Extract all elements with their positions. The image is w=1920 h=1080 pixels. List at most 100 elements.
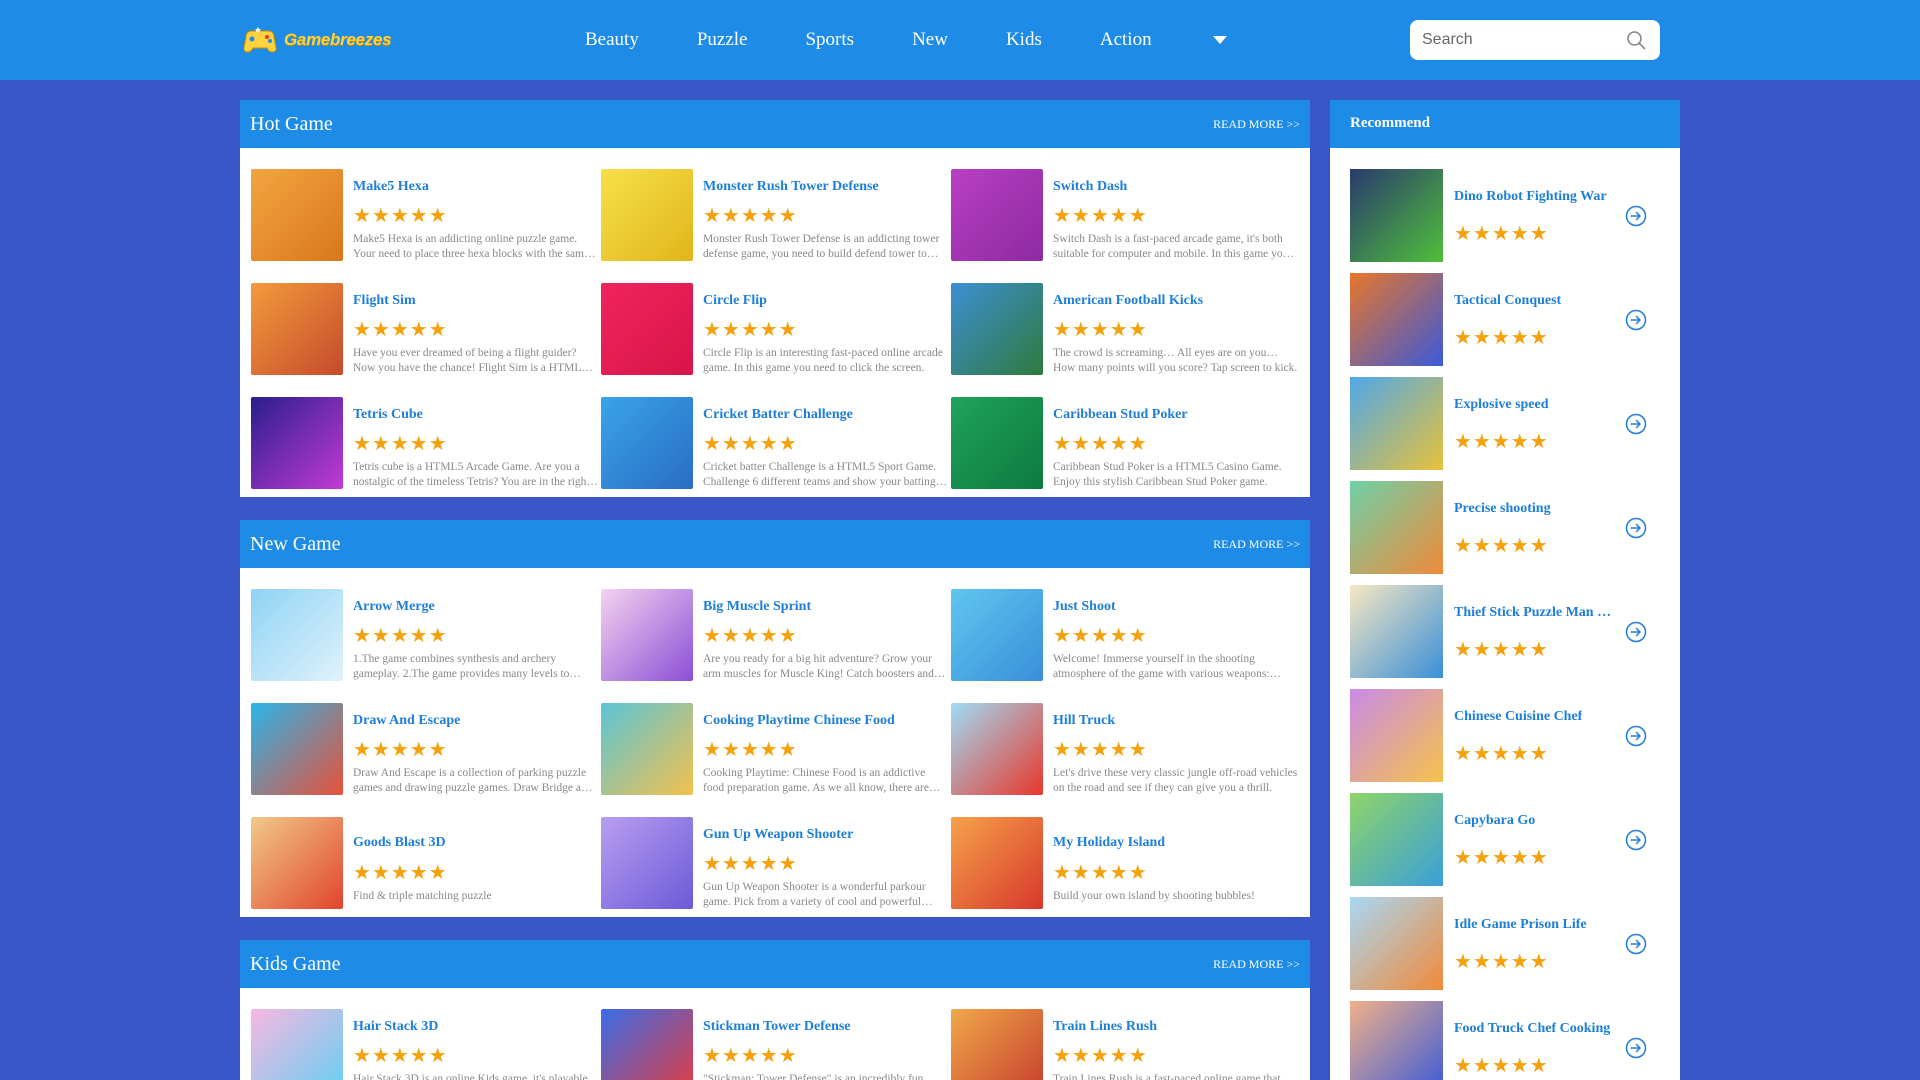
game-card[interactable]: Caribbean Stud Poker ★★★★★ Caribbean Stud … [940,397,1290,490]
recommend-item[interactable]: Chinese Cuisine Chef ★★★★★ [1330,689,1680,782]
game-title[interactable]: Draw And Escape [353,713,460,729]
nav-item-kids[interactable]: Kids [1006,29,1042,51]
game-card[interactable]: Hair Stack 3D ★★★★★ Hair Stack 3D is an on… [240,1009,590,1080]
recommend-thumbnail[interactable] [1350,897,1443,990]
recommend-item[interactable]: Tactical Conquest ★★★★★ [1330,273,1680,366]
recommend-thumbnail[interactable] [1350,1001,1443,1080]
recommend-game-title[interactable]: Thief Stick Puzzle Man Escape [1454,605,1614,621]
game-title[interactable]: Goods Blast 3D [353,835,446,851]
game-card[interactable]: Cooking Playtime Chinese Food ★★★★★ Cookin… [590,703,940,796]
game-title[interactable]: Arrow Merge [353,599,435,615]
game-title[interactable]: Circle Flip [703,293,767,309]
recommend-item[interactable]: Food Truck Chef Cooking ★★★★★ [1330,1001,1680,1080]
recommend-game-title[interactable]: Precise shooting [1454,501,1551,517]
game-title[interactable]: Cricket Batter Challenge [703,407,853,423]
site-logo[interactable]: Gamebreezes [240,20,392,60]
arrow-right-circle-icon[interactable] [1625,933,1647,955]
game-card[interactable]: American Football Kicks ★★★★★ The crowd is… [940,283,1297,376]
recommend-thumbnail[interactable] [1350,169,1443,262]
recommend-game-title[interactable]: Food Truck Chef Cooking [1454,1021,1610,1037]
game-thumbnail[interactable] [251,589,343,681]
game-title[interactable]: My Holiday Island [1053,835,1165,851]
recommend-item[interactable]: Dino Robot Fighting War ★★★★★ [1330,169,1680,262]
recommend-game-title[interactable]: Idle Game Prison Life [1454,917,1587,933]
nav-item-action[interactable]: Action [1100,29,1152,51]
recommend-thumbnail[interactable] [1350,273,1443,366]
game-card[interactable]: Tetris Cube ★★★★★ Tetris cube is a HTML5 A… [240,397,590,490]
read-more-link[interactable]: READ MORE >> [1213,957,1300,972]
arrow-right-circle-icon[interactable] [1625,621,1647,643]
game-thumbnail[interactable] [951,283,1043,375]
game-card[interactable]: Stickman Tower Defense ★★★★★ "Stickman: To… [590,1009,940,1080]
game-thumbnail[interactable] [601,169,693,261]
game-title[interactable]: Make5 Hexa [353,179,429,195]
game-thumbnail[interactable] [601,283,693,375]
arrow-right-circle-icon[interactable] [1625,1037,1647,1059]
nav-more-dropdown[interactable] [1210,30,1230,50]
game-card[interactable]: Goods Blast 3D ★★★★★ Find & triple matchin… [240,817,590,910]
recommend-game-title[interactable]: Tactical Conquest [1454,293,1561,309]
game-title[interactable]: American Football Kicks [1053,293,1203,309]
recommend-item[interactable]: Idle Game Prison Life ★★★★★ [1330,897,1680,990]
game-card[interactable]: Train Lines Rush ★★★★★ Train Lines Rush is… [940,1009,1290,1080]
game-card[interactable]: Arrow Merge ★★★★★ 1.The game combines synt… [240,589,590,682]
game-title[interactable]: Gun Up Weapon Shooter [703,827,853,843]
game-thumbnail[interactable] [951,589,1043,681]
game-thumbnail[interactable] [601,397,693,489]
arrow-right-circle-icon[interactable] [1625,309,1647,331]
game-title[interactable]: Tetris Cube [353,407,423,423]
game-card[interactable]: Switch Dash ★★★★★ Switch Dash is a fast-pa… [940,169,1290,262]
game-thumbnail[interactable] [951,169,1043,261]
game-card[interactable]: Cricket Batter Challenge ★★★★★ Cricket bat… [590,397,940,490]
recommend-item[interactable]: Explosive speed ★★★★★ [1330,377,1680,470]
game-thumbnail[interactable] [601,1009,693,1080]
recommend-thumbnail[interactable] [1350,689,1443,782]
game-thumbnail[interactable] [951,817,1043,909]
nav-item-new[interactable]: New [912,29,948,51]
game-card[interactable]: Hill Truck ★★★★★ Let's drive these very cl… [940,703,1297,796]
game-card[interactable]: Make5 Hexa ★★★★★ Make5 Hexa is an addictin… [240,169,590,262]
game-title[interactable]: Flight Sim [353,293,416,309]
game-thumbnail[interactable] [251,703,343,795]
game-thumbnail[interactable] [601,703,693,795]
game-card[interactable]: Big Muscle Sprint ★★★★★ Are you ready for … [590,589,940,682]
game-thumbnail[interactable] [251,397,343,489]
game-thumbnail[interactable] [601,589,693,681]
arrow-right-circle-icon[interactable] [1625,517,1647,539]
game-thumbnail[interactable] [951,397,1043,489]
recommend-item[interactable]: Thief Stick Puzzle Man Escape ★★★★★ [1330,585,1680,678]
search-icon[interactable] [1626,30,1646,50]
game-title[interactable]: Cooking Playtime Chinese Food [703,713,895,729]
game-card[interactable]: Circle Flip ★★★★★ Circle Flip is an intere… [590,283,943,376]
game-thumbnail[interactable] [251,169,343,261]
game-title[interactable]: Just Shoot [1053,599,1116,615]
game-thumbnail[interactable] [251,283,343,375]
recommend-game-title[interactable]: Dino Robot Fighting War [1454,189,1607,205]
nav-item-puzzle[interactable]: Puzzle [697,29,748,51]
recommend-thumbnail[interactable] [1350,793,1443,886]
recommend-item[interactable]: Precise shooting ★★★★★ [1330,481,1680,574]
recommend-game-title[interactable]: Chinese Cuisine Chef [1454,709,1582,725]
game-title[interactable]: Monster Rush Tower Defense [703,179,879,195]
game-card[interactable]: Flight Sim ★★★★★ Have you ever dreamed of … [240,283,590,376]
game-title[interactable]: Stickman Tower Defense [703,1019,851,1035]
arrow-right-circle-icon[interactable] [1625,205,1647,227]
game-title[interactable]: Hair Stack 3D [353,1019,438,1035]
arrow-right-circle-icon[interactable] [1625,725,1647,747]
recommend-thumbnail[interactable] [1350,481,1443,574]
game-thumbnail[interactable] [251,817,343,909]
game-card[interactable]: Gun Up Weapon Shooter ★★★★★ Gun Up Weapon … [590,817,940,910]
game-thumbnail[interactable] [251,1009,343,1080]
nav-item-sports[interactable]: Sports [805,29,854,51]
recommend-thumbnail[interactable] [1350,377,1443,470]
game-title[interactable]: Hill Truck [1053,713,1115,729]
read-more-link[interactable]: READ MORE >> [1213,117,1300,132]
game-thumbnail[interactable] [951,1009,1043,1080]
game-title[interactable]: Big Muscle Sprint [703,599,811,615]
game-thumbnail[interactable] [951,703,1043,795]
recommend-game-title[interactable]: Explosive speed [1454,397,1549,413]
game-card[interactable]: Draw And Escape ★★★★★ Draw And Escape is a… [240,703,593,796]
recommend-thumbnail[interactable] [1350,585,1443,678]
game-title[interactable]: Caribbean Stud Poker [1053,407,1188,423]
arrow-right-circle-icon[interactable] [1625,829,1647,851]
